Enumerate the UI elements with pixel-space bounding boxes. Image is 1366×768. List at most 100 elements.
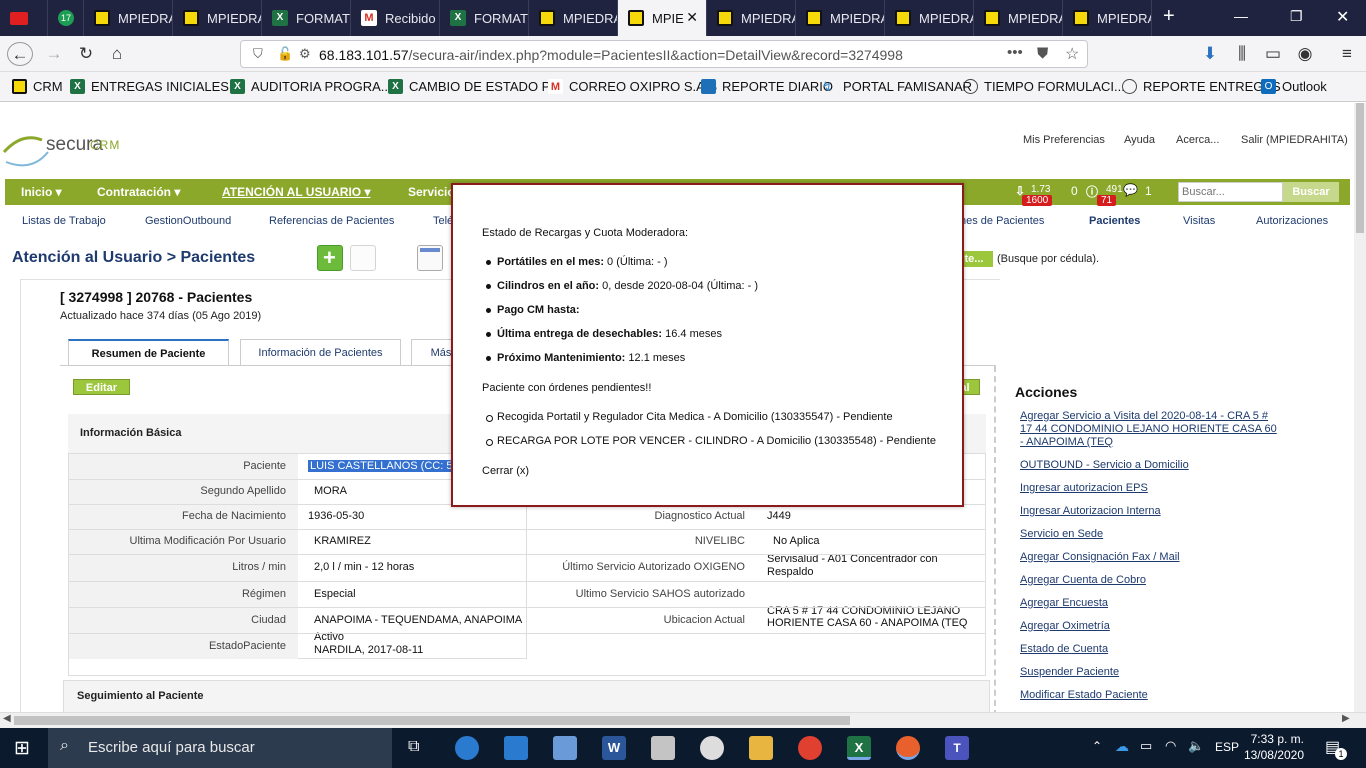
app-icon[interactable]: [651, 736, 675, 760]
permissions-icon[interactable]: ⚙: [299, 46, 311, 62]
add-icon[interactable]: +: [317, 245, 343, 271]
word-icon[interactable]: W: [602, 736, 626, 760]
insecure-lock-icon[interactable]: 🔓: [277, 46, 293, 62]
onedrive-icon[interactable]: ☁: [1115, 738, 1129, 755]
network-icon[interactable]: ◠: [1165, 738, 1176, 754]
bookmark-item[interactable]: X AUDITORIA PROGRA...: [230, 79, 392, 94]
bookmark-item[interactable]: X CAMBIO DE ESTADO P...: [388, 79, 560, 94]
submenu-autorizaciones[interactable]: Autorizaciones: [1256, 215, 1328, 227]
browser-tab[interactable]: MPIEDRA: [974, 0, 1063, 36]
new-tab-icon[interactable]: +: [1163, 5, 1175, 28]
menu-servicio[interactable]: Servicio: [408, 185, 455, 199]
action-link[interactable]: Ingresar Autorizacion Interna: [1020, 505, 1280, 518]
browser-tab[interactable]: M Recibido: [351, 0, 440, 36]
action-link[interactable]: Estado de Cuenta: [1020, 643, 1280, 656]
submenu-visitas[interactable]: Visitas: [1183, 215, 1215, 227]
excel-icon[interactable]: X: [847, 736, 871, 760]
bookmark-item[interactable]: REPORTE ENTREGAS: [1122, 79, 1281, 94]
field-value-paciente[interactable]: LUIS CASTELLANOS (CC: 547: [308, 460, 467, 472]
pocket-icon[interactable]: ⛊: [1037, 45, 1048, 62]
submenu-outbound[interactable]: GestionOutbound: [145, 215, 231, 227]
url-bar[interactable]: ⛉ 🔓 ⚙ 68.183.101.57/secura-air/index.php…: [240, 40, 1088, 68]
scroll-right-icon[interactable]: ▶: [1342, 713, 1350, 724]
search-input[interactable]: [1178, 182, 1283, 202]
action-link[interactable]: Servicio en Sede: [1020, 528, 1280, 541]
menu-atencion[interactable]: ATENCIÓN AL USUARIO ▾: [222, 185, 370, 199]
action-link[interactable]: Agregar Cuenta de Cobro: [1020, 574, 1280, 587]
link-preferences[interactable]: Mis Preferencias: [1023, 134, 1105, 146]
battery-icon[interactable]: ▭: [1140, 738, 1152, 754]
reload-icon[interactable]: ↻: [73, 42, 99, 66]
link-logout[interactable]: Salir (MPIEDRAHITA): [1241, 134, 1348, 146]
mail-icon[interactable]: [504, 736, 528, 760]
browser-tab[interactable]: MPIEDRA: [796, 0, 885, 36]
menu-contratacion[interactable]: Contratación ▾: [97, 185, 180, 199]
chrome-icon[interactable]: [798, 736, 822, 760]
close-tab-icon[interactable]: ✕: [686, 9, 698, 26]
browser-tab-youtube[interactable]: [0, 0, 48, 36]
browser-tab[interactable]: MPIEDRA: [173, 0, 262, 36]
edit-button[interactable]: Editar: [73, 379, 130, 395]
bookmark-item[interactable]: ↯ PORTAL FAMISANAR: [822, 79, 972, 94]
photos-icon[interactable]: [700, 736, 724, 760]
library-icon[interactable]: ⫼: [1229, 42, 1255, 66]
browser-tab[interactable]: MPIEDRA: [707, 0, 796, 36]
forward-icon[interactable]: →: [41, 42, 67, 66]
bookmark-item[interactable]: REPORTE DIARIO: [701, 79, 833, 94]
bookmark-item[interactable]: CRM: [12, 79, 63, 94]
submenu-pacientes-list[interactable]: nes de Pacientes: [960, 215, 1044, 227]
back-icon[interactable]: ←: [7, 42, 33, 66]
browser-tab-active[interactable]: MPIE ✕: [618, 0, 707, 36]
firefox-icon[interactable]: [896, 736, 920, 760]
bookmark-item[interactable]: O Outlook: [1261, 79, 1327, 94]
action-link[interactable]: OUTBOUND - Servicio a Domicilio: [1020, 459, 1280, 472]
action-link[interactable]: Ingresar autorizacion EPS: [1020, 482, 1280, 495]
edit-icon[interactable]: [350, 245, 376, 271]
vertical-scrollbar[interactable]: [1354, 103, 1366, 712]
secura-logo[interactable]: secura CRM: [2, 122, 122, 168]
calendar-icon[interactable]: [417, 245, 443, 271]
link-about[interactable]: Acerca...: [1176, 134, 1219, 146]
submenu-listas[interactable]: Listas de Trabajo: [22, 215, 106, 227]
browser-tab[interactable]: MPIEDRA: [529, 0, 618, 36]
action-link[interactable]: Agregar Encuesta: [1020, 597, 1280, 610]
edge-icon[interactable]: [455, 736, 479, 760]
scroll-left-icon[interactable]: ◀: [3, 713, 11, 724]
close-window-icon[interactable]: ✕: [1336, 7, 1349, 27]
download-icon[interactable]: ⬇: [1197, 42, 1223, 66]
clock[interactable]: 7:33 p. m. 13/08/2020: [1242, 731, 1304, 763]
explorer-window-icon[interactable]: [553, 736, 577, 760]
folder-icon[interactable]: [749, 736, 773, 760]
restore-icon[interactable]: ❐: [1290, 8, 1303, 25]
tab-informacion[interactable]: Información de Pacientes: [240, 339, 401, 366]
action-link[interactable]: Agregar Consignación Fax / Mail: [1020, 551, 1280, 564]
action-link[interactable]: Agregar Servicio a Visita del 2020-08-14…: [1020, 410, 1280, 449]
submenu-referencias[interactable]: Referencias de Pacientes: [269, 215, 394, 227]
account-icon[interactable]: ◉: [1292, 42, 1318, 66]
bookmark-item[interactable]: M CORREO OXIPRO S.A.S: [548, 79, 717, 94]
minimize-icon[interactable]: —: [1234, 8, 1248, 24]
shield-icon[interactable]: ⛉: [253, 46, 263, 62]
menu-inicio[interactable]: Inicio ▾: [21, 185, 62, 199]
browser-tab[interactable]: MPIEDRA: [885, 0, 974, 36]
sidebar-icon[interactable]: ▭: [1260, 42, 1286, 66]
chat-icon[interactable]: 💬: [1123, 183, 1138, 197]
browser-tab[interactable]: MPIEDRA: [84, 0, 173, 36]
action-link[interactable]: Agregar Oximetría: [1020, 620, 1280, 633]
teams-icon[interactable]: T: [945, 736, 969, 760]
submenu-pacientes[interactable]: Pacientes: [1089, 215, 1140, 227]
horizontal-scrollbar[interactable]: ◀ ▶: [0, 712, 1366, 728]
tray-chevron-icon[interactable]: ⌃: [1092, 739, 1102, 753]
bookmark-item[interactable]: TIEMPO FORMULACI...: [963, 79, 1125, 94]
bookmark-item[interactable]: X ENTREGAS INICIALES....: [70, 79, 243, 94]
browser-tab[interactable]: X FORMAT: [440, 0, 529, 36]
link-help[interactable]: Ayuda: [1124, 134, 1155, 146]
windows-start-icon[interactable]: ⊞: [14, 737, 30, 760]
home-icon[interactable]: ⌂: [104, 42, 130, 66]
browser-tab-badge[interactable]: 17: [48, 0, 84, 36]
tab-resumen[interactable]: Resumen de Paciente: [68, 339, 229, 366]
more-actions-icon[interactable]: •••: [1007, 44, 1023, 61]
close-modal-link[interactable]: Cerrar (x): [482, 465, 529, 477]
action-link[interactable]: Suspender Paciente: [1020, 666, 1280, 679]
menu-icon[interactable]: ≡: [1334, 42, 1360, 66]
